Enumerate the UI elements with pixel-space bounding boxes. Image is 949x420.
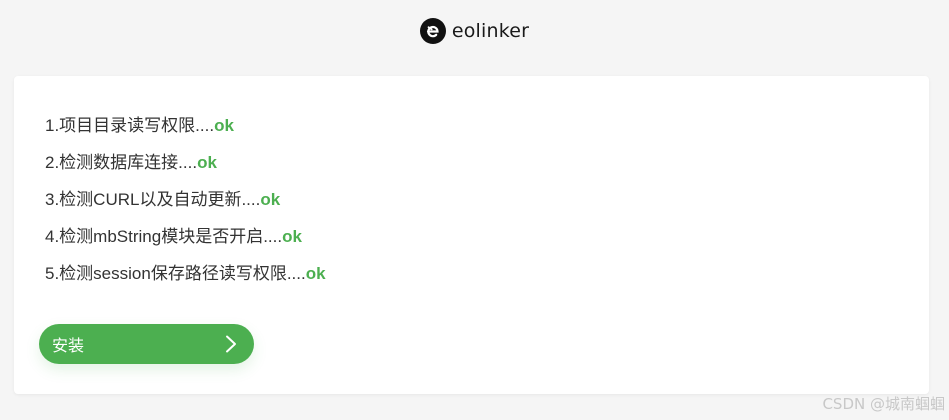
status-ok: ok	[282, 227, 302, 246]
check-label: 5.检测session保存路径读写权限....	[45, 264, 306, 283]
status-ok: ok	[197, 153, 217, 172]
chevron-right-icon	[226, 335, 236, 353]
check-item: 1.项目目录读写权限....ok	[45, 114, 326, 151]
install-button-label: 安装	[52, 338, 85, 355]
check-label: 3.检测CURL以及自动更新....	[45, 190, 261, 209]
status-ok: ok	[305, 264, 326, 283]
install-button[interactable]: 安装	[39, 324, 254, 364]
check-label: 4.检测mbString模块是否开启....	[45, 227, 283, 246]
check-item: 2.检测数据库连接....ok	[45, 151, 326, 188]
check-label: 2.检测数据库连接....	[45, 153, 198, 172]
check-item: 5.检测session保存路径读写权限....ok	[45, 262, 326, 299]
status-ok: ok	[260, 190, 281, 209]
logo[interactable]: eolinker	[419, 18, 530, 44]
check-item: 4.检测mbString模块是否开启....ok	[45, 225, 326, 262]
header: eolinker	[0, 0, 949, 62]
install-check-card: 1.项目目录读写权限....ok 2.检测数据库连接....ok 3.检测CUR…	[14, 76, 929, 394]
status-ok: ok	[214, 116, 234, 135]
watermark: CSDN @城南蝈蝈	[822, 395, 945, 413]
check-item: 3.检测CURL以及自动更新....ok	[45, 188, 326, 225]
check-list: 1.项目目录读写权限....ok 2.检测数据库连接....ok 3.检测CUR…	[45, 114, 326, 299]
logo-text: eolinker	[451, 20, 530, 42]
eolinker-logo-icon	[419, 18, 446, 44]
check-label: 1.项目目录读写权限....	[45, 116, 215, 135]
